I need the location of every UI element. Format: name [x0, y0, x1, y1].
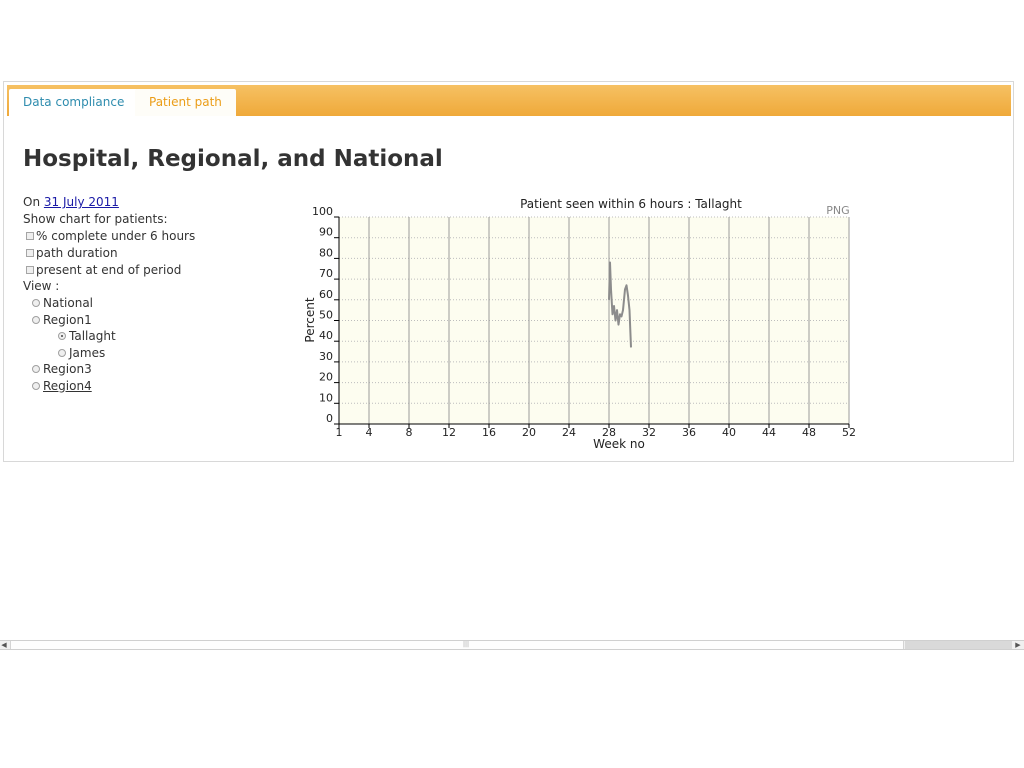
y-tick-label: 50 [319, 309, 333, 322]
y-tick-label: 70 [319, 267, 333, 280]
x-tick-label: 40 [722, 426, 736, 439]
x-tick-label: 8 [406, 426, 413, 439]
x-tick-label: 4 [366, 426, 373, 439]
y-tick-label: 40 [319, 329, 333, 342]
y-tick-label: 100 [312, 205, 333, 218]
x-tick-label: 12 [442, 426, 456, 439]
scrollbar-track[interactable] [905, 641, 1012, 649]
x-tick-label: 36 [682, 426, 696, 439]
x-tick-label: 20 [522, 426, 536, 439]
x-tick-label: 44 [762, 426, 776, 439]
x-tick-label: 52 [842, 426, 856, 439]
x-tick-label: 24 [562, 426, 576, 439]
horizontal-scrollbar[interactable]: ◀ ||| ▶ [0, 640, 1024, 650]
scroll-right-icon[interactable]: ▶ [1014, 641, 1022, 649]
x-tick-label: 16 [482, 426, 496, 439]
x-tick-label: 1 [336, 426, 343, 439]
png-export-button[interactable]: PNG [826, 204, 849, 217]
y-tick-label: 90 [319, 226, 333, 239]
line-chart: 01020304050607080901001 4 8 12 16 20 24 28 32 36 4… [303, 197, 856, 451]
y-tick-label: 80 [319, 246, 333, 259]
y-tick-label: 30 [319, 350, 333, 363]
grip-icon: ||| [463, 641, 470, 648]
x-axis-label: Week no [593, 437, 645, 451]
y-tick-label: 20 [319, 371, 333, 384]
y-tick-label: 0 [326, 412, 333, 425]
y-tick-label: 60 [319, 288, 333, 301]
scroll-left-icon[interactable]: ◀ [0, 641, 8, 649]
y-tick-label: 10 [319, 391, 333, 404]
x-tick-label: 48 [802, 426, 816, 439]
scrollbar-thumb[interactable]: ||| [10, 641, 904, 649]
y-axis-label: Percent [303, 297, 317, 342]
chart-title: Patient seen within 6 hours : Tallaght [520, 197, 742, 211]
